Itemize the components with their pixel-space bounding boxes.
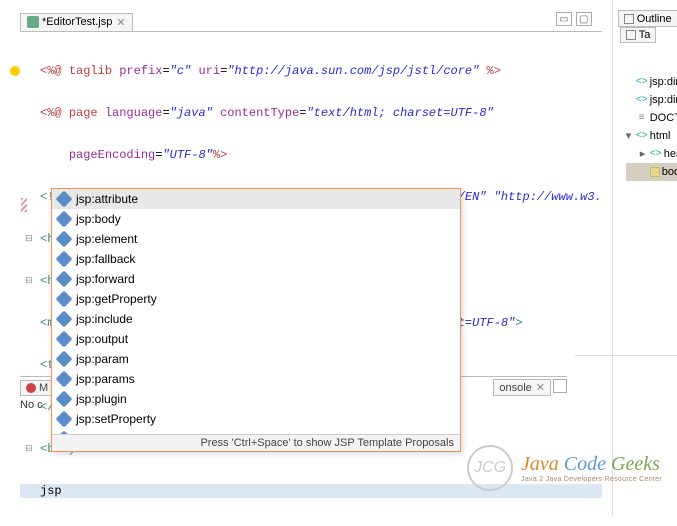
maximize-icon[interactable]: ▢ [576,12,592,26]
tree-item-doctype[interactable]: ≡DOCTYPE:htm [626,109,677,127]
autocomplete-item[interactable]: jsp:include [52,309,460,329]
element-icon [56,371,73,388]
autocomplete-item[interactable]: jsp:getProperty [52,289,460,309]
autocomplete-footer: Press 'Ctrl+Space' to show JSP Template … [52,434,460,451]
jsp-file-icon [27,16,39,28]
console-tab[interactable]: onsole✕ [493,379,551,396]
element-icon [56,231,73,248]
logo-circle-icon: JCG [467,445,513,491]
external-icon[interactable] [553,379,567,393]
element-icon [56,291,73,308]
expand-icon[interactable]: ▸ [640,145,650,163]
close-icon[interactable]: ✕ [116,16,125,29]
close-icon[interactable]: ✕ [536,381,545,394]
markers-icon [26,383,36,393]
autocomplete-item[interactable]: jsp:body [52,209,460,229]
fold-icon[interactable]: ⊟ [25,442,33,456]
editor-tab[interactable]: *EditorTest.jsp ✕ [20,13,133,31]
logo: JCG Java Code Geeks Java 2 Java Develope… [467,445,662,491]
autocomplete-item[interactable]: jsp:params [52,369,460,389]
outline-pane: Outline ✕ Ta <>jsp:directive.t <>jsp:dir… [612,0,677,516]
element-icon [56,251,73,268]
tag-icon: <> [636,95,648,105]
fold-icon[interactable]: ⊟ [25,274,33,288]
tree-item-directive[interactable]: <>jsp:directive.t [626,73,677,91]
editor-tab-title: *EditorTest.jsp [42,16,112,28]
expand-icon[interactable]: ▾ [626,127,636,145]
tag-icon: <> [650,149,662,159]
markers-tab[interactable]: M [20,380,54,396]
body-icon [650,167,660,177]
autocomplete-item[interactable]: jsp:output [52,329,460,349]
autocomplete-item[interactable]: jsp:attribute [52,189,460,209]
doctype-icon: ≡ [636,113,648,123]
element-icon [56,411,73,428]
element-icon [56,331,73,348]
autocomplete-item[interactable]: jsp:forward [52,269,460,289]
element-icon [56,211,73,228]
tree-item-html[interactable]: ▾<>html [626,127,677,145]
tree-item-directive[interactable]: <>jsp:directive.p [626,91,677,109]
element-icon [56,311,73,328]
autocomplete-item[interactable]: jsp:plugin [52,389,460,409]
tree-item-head[interactable]: ▸<>head [626,145,677,163]
autocomplete-item[interactable]: jsp:element [52,229,460,249]
autocomplete-item[interactable]: jsp:fallback [52,249,460,269]
autocomplete-item[interactable]: jsp:param [52,349,460,369]
bottom-text: No c [20,399,43,411]
element-icon [56,391,73,408]
tag-icon: <> [636,77,648,87]
element-icon [56,351,73,368]
outline-icon [624,14,634,24]
warning-icon [10,66,20,76]
tree-item-body[interactable]: body [626,163,677,181]
editor-tab-bar: *EditorTest.jsp ✕ ▭ ▢ [20,12,602,32]
autocomplete-item[interactable]: jsp:setProperty [52,409,460,429]
change-marker [21,198,27,212]
autocomplete-list: jsp:attribute jsp:body jsp:element jsp:f… [52,189,460,434]
autocomplete-popup: jsp:attribute jsp:body jsp:element jsp:f… [51,188,461,452]
tab-icon [626,30,636,40]
other-tab[interactable]: Ta [620,27,657,43]
tag-icon: <> [636,131,648,141]
separator [575,355,677,356]
minimize-icon[interactable]: ▭ [556,12,572,26]
fold-icon[interactable]: ⊟ [25,232,33,246]
outline-tree: <>jsp:directive.t <>jsp:directive.p ≡DOC… [618,43,677,181]
logo-text: Java Code Geeks Java 2 Java Developers R… [521,453,662,483]
element-icon [56,191,73,208]
window-controls: ▭ ▢ [556,12,592,26]
element-icon [56,271,73,288]
outline-tab[interactable]: Outline ✕ [618,10,677,27]
